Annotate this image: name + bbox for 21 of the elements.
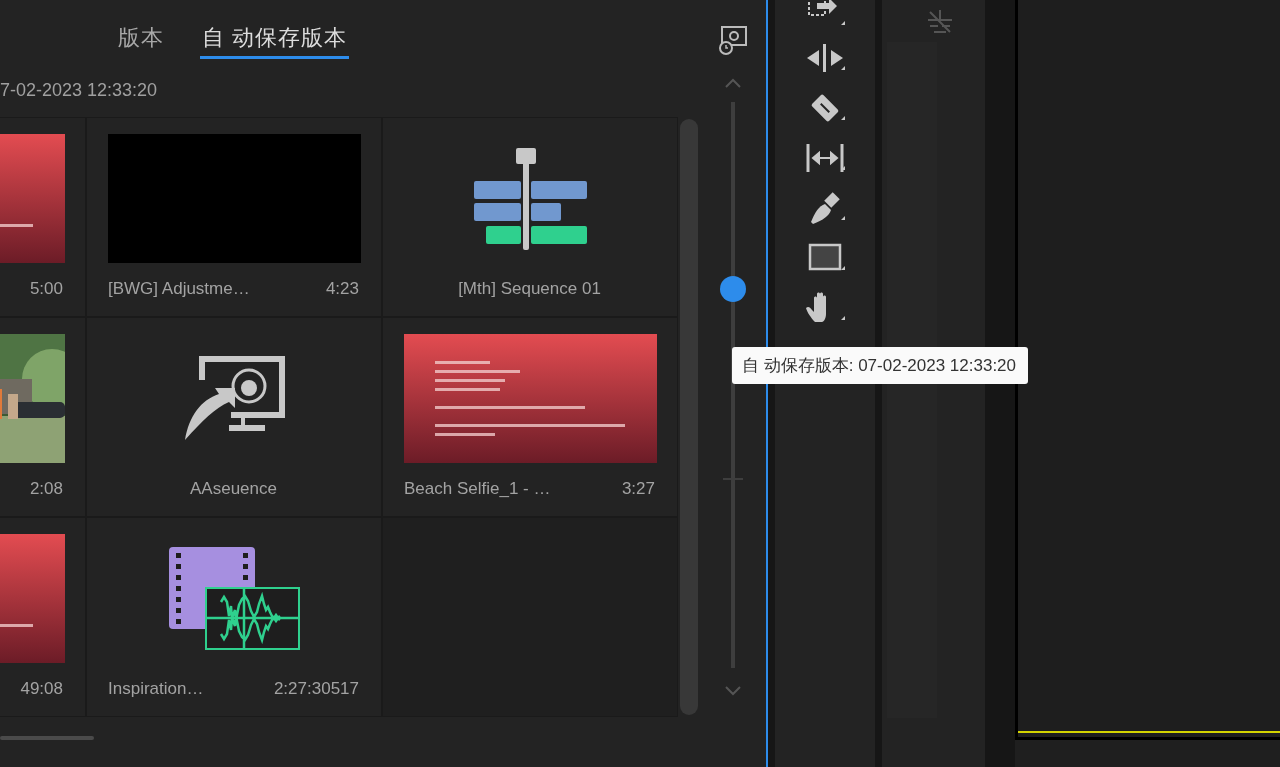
clip-duration: 49:08 (20, 679, 63, 701)
linked-monitor-clock-icon[interactable] (718, 26, 748, 56)
tab[interactable]: 版本 (116, 23, 166, 60)
clip-duration: 5:00 (29, 279, 63, 301)
clip-duration: 2:27:30517 (273, 679, 359, 701)
clip-duration: 2:08 (29, 479, 63, 501)
clip-duration: 3:27 (621, 479, 655, 501)
clip-name: Inspiration… (108, 679, 204, 701)
sequence-icon (474, 147, 587, 250)
tooltip: 自 动保存版本: 07-02-2023 12:33:20 (732, 347, 1029, 384)
audio-video-clip-icon (168, 546, 301, 651)
clip-name: AAseuence (190, 479, 277, 501)
clip-duration: 4:23 (325, 279, 359, 301)
clip-name: Beach Selfie_1 - … (404, 479, 551, 501)
slider-thumb[interactable] (720, 275, 746, 302)
autosave-date: 7-02-2023 12:33:20 (0, 80, 158, 101)
import-monitor-icon (184, 355, 285, 442)
scrollbar[interactable] (0, 736, 94, 741)
clip-name: [BWG] Adjustme… (108, 279, 250, 301)
clip-name: [Mth] Sequence 01 (458, 279, 601, 301)
tab[interactable]: 自 动保存版本 (200, 23, 350, 60)
